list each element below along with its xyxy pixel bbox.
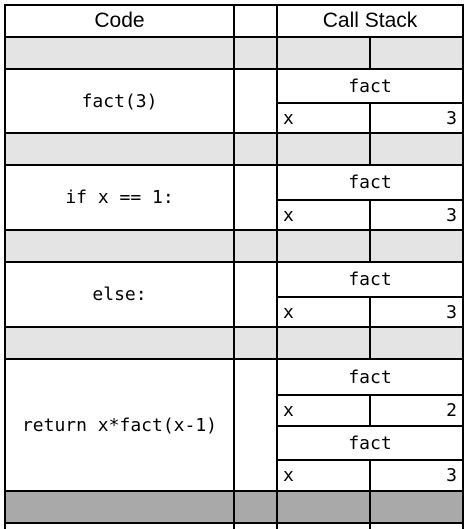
frame-var-3: x xyxy=(283,301,294,323)
stack-divider-2 xyxy=(369,102,371,166)
call-stack-column-header: Call Stack xyxy=(322,9,418,32)
frame-var-4a: x xyxy=(283,400,294,421)
frame-name-1: fact xyxy=(348,75,392,97)
stack-line-2 xyxy=(276,199,464,201)
stack-divider-5 xyxy=(369,394,371,427)
code-column-header: Code xyxy=(94,9,145,32)
stack-line-4 xyxy=(276,394,464,396)
frame-value-1: 3 xyxy=(446,107,457,129)
frame-value-4b: 3 xyxy=(446,465,457,486)
stack-divider-6 xyxy=(369,459,371,529)
grid-line-h1 xyxy=(4,36,464,38)
code-line-2: if x == 1: xyxy=(65,187,174,208)
grid-line-h8 xyxy=(4,358,464,360)
grid-line-left xyxy=(4,4,6,529)
stack-line-1 xyxy=(276,102,464,104)
grid-line-stack-left xyxy=(276,4,278,529)
grid-line-right xyxy=(462,4,464,529)
stack-line-5 xyxy=(276,425,464,427)
frame-var-4b: x xyxy=(283,465,294,486)
frame-value-3: 3 xyxy=(446,301,457,323)
frame-var-1: x xyxy=(283,107,294,129)
frame-value-2: 3 xyxy=(446,204,457,226)
stack-line-6 xyxy=(276,459,464,461)
grid-line-h2 xyxy=(4,68,464,70)
frame-var-2: x xyxy=(283,204,294,226)
stack-divider-1 xyxy=(369,37,371,70)
grid-line-h4 xyxy=(4,164,464,166)
grid-line-top xyxy=(4,4,464,6)
code-line-4: return x*fact(x-1) xyxy=(21,414,218,436)
grid-line-h10 xyxy=(4,522,464,524)
grid-line-h5 xyxy=(4,229,464,231)
frame-value-4a: 2 xyxy=(446,400,457,421)
code-call-stack-table: Code Call Stack fact(3) fact x 3 if x ==… xyxy=(0,0,467,529)
grid-line-h3 xyxy=(4,132,464,134)
frame-name-4a: fact xyxy=(348,366,392,388)
stack-divider-4 xyxy=(369,296,371,360)
frame-name-3: fact xyxy=(348,269,392,290)
grid-line-code-right xyxy=(233,4,235,529)
stack-divider-3 xyxy=(369,199,371,263)
frame-name-4b: fact xyxy=(348,432,392,454)
grid-line-h7 xyxy=(4,326,464,328)
stack-line-3 xyxy=(276,296,464,298)
code-line-1: fact(3) xyxy=(81,90,158,112)
grid-line-h6 xyxy=(4,261,464,263)
frame-name-2: fact xyxy=(348,172,392,193)
code-line-3: else: xyxy=(92,284,147,305)
grid-line-h9 xyxy=(4,490,464,492)
